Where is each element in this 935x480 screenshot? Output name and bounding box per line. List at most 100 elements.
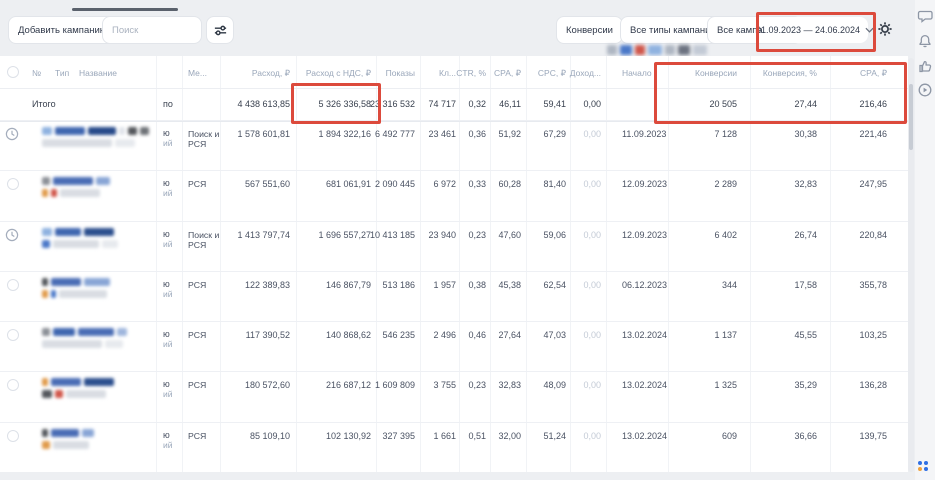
impressions-cell: 2 090 445 <box>374 179 415 190</box>
revenue-cell: 0,00 <box>583 279 601 290</box>
window-drag-handle <box>72 8 178 11</box>
clicks-cell: 23 461 <box>428 129 456 139</box>
column-header-spend-vat[interactable]: Расход с НДС, ₽ <box>306 68 371 79</box>
column-header-start[interactable]: Начало <box>622 68 652 78</box>
ctr-cell: 0,36 <box>468 129 486 139</box>
revenue-cell: 0,00 <box>583 430 601 441</box>
campaign-name-redacted[interactable] <box>42 328 172 352</box>
row-checkbox[interactable] <box>7 178 19 191</box>
clicks-cell: 1 661 <box>433 430 456 441</box>
bottom-strip <box>0 472 908 480</box>
vertical-scrollbar-thumb[interactable] <box>909 84 913 150</box>
cpa2-cell: 221,46 <box>859 129 887 139</box>
cpa-cell: 32,00 <box>498 430 521 441</box>
column-header-spend[interactable]: Расход, ₽ <box>252 68 290 79</box>
walkthrough-button[interactable] <box>917 82 933 98</box>
totals-revenue: 0,00 <box>583 99 601 109</box>
sliders-icon <box>214 25 226 35</box>
table-row: ю ий Поиск и РСЯ 1 578 601,81 1 894 322,… <box>0 120 908 171</box>
search-input[interactable] <box>102 16 202 44</box>
placement-cell: РСЯ <box>188 380 207 391</box>
placement-cell: Поиск и РСЯ <box>188 229 220 251</box>
status-fragment: ю <box>163 228 170 239</box>
column-header-ctr[interactable]: CTR, % <box>456 68 486 78</box>
ctr-cell: 0,51 <box>468 430 486 441</box>
cpc-cell: 62,54 <box>543 279 566 290</box>
cpa-cell: 51,92 <box>498 129 521 139</box>
column-header-cpc[interactable]: CPC, ₽ <box>538 68 566 79</box>
campaign-name-redacted[interactable] <box>42 177 172 201</box>
conversions-cell: 344 <box>721 279 737 290</box>
campaign-name-redacted[interactable] <box>42 378 172 402</box>
spend-vat-cell: 1 696 557,27 <box>318 229 371 240</box>
row-checkbox[interactable] <box>7 329 19 342</box>
column-header-conversions[interactable]: Конверсии <box>695 68 737 78</box>
column-header-conv-rate[interactable]: Конверсия, % <box>763 68 817 78</box>
conversions-button[interactable]: Конверсии <box>556 16 623 44</box>
start-date-cell: 13.02.2024 <box>622 380 668 391</box>
column-header-name[interactable]: Название <box>79 68 117 78</box>
start-date-cell: 13.02.2024 <box>622 430 668 441</box>
table-row: ю ий РСЯ 180 572,60 216 687,12 1 609 809… <box>0 371 908 422</box>
filter-button[interactable] <box>206 16 234 44</box>
cpc-cell: 59,06 <box>543 229 566 240</box>
column-header-cpa2[interactable]: CPA, ₽ <box>860 68 887 79</box>
campaigns-table: № Тип Название Ме... Расход, ₽ Расход с … <box>0 56 908 472</box>
table-row: ю ий РСЯ 567 551,60 681 061,91 2 090 445… <box>0 170 908 221</box>
ctr-cell: 0,38 <box>468 279 486 290</box>
conv-rate-cell: 32,83 <box>794 179 817 190</box>
placement-cell: Поиск и РСЯ <box>188 129 220 150</box>
column-header-impressions[interactable]: Показы <box>386 68 415 78</box>
status-fragment: ю <box>163 178 170 189</box>
ctr-cell: 0,46 <box>468 330 486 341</box>
ctr-cell: 0,23 <box>468 229 486 240</box>
row-checkbox[interactable] <box>7 278 19 291</box>
row-checkbox[interactable] <box>7 379 19 392</box>
totals-cpa: 46,11 <box>499 99 521 109</box>
cpa-cell: 60,28 <box>498 179 521 190</box>
select-all-checkbox[interactable] <box>7 66 19 78</box>
status-fragment: ю <box>163 379 170 390</box>
row-checkbox[interactable] <box>7 429 19 442</box>
status-fragment-secondary: ий <box>163 389 173 400</box>
impressions-cell: 1 609 809 <box>374 380 415 391</box>
conv-rate-cell: 26,74 <box>794 229 817 240</box>
spend-cell: 117 390,52 <box>245 330 290 341</box>
column-header-placement[interactable]: Ме... <box>188 68 207 78</box>
status-fragment: ю <box>163 128 170 138</box>
impressions-cell: 513 186 <box>382 279 415 290</box>
start-date-cell: 12.09.2023 <box>622 179 668 190</box>
notifications-button[interactable] <box>917 33 933 49</box>
cpc-cell: 48,09 <box>543 380 566 391</box>
impressions-cell: 546 235 <box>382 330 415 341</box>
totals-label: Итого <box>32 99 56 109</box>
conversions-cell: 1 325 <box>714 380 737 391</box>
column-header-num[interactable]: № <box>32 68 41 78</box>
date-range-dropdown[interactable]: 01.09.2023 — 24.06.2024 <box>756 17 874 43</box>
add-campaign-label: Добавить кампанию <box>18 24 107 36</box>
cpa2-cell: 220,84 <box>859 229 887 240</box>
campaign-name-redacted[interactable] <box>42 227 172 252</box>
column-header-clicks[interactable]: Кл... <box>439 68 456 78</box>
totals-conv-rate: 27,44 <box>794 99 817 109</box>
column-header-type[interactable]: Тип <box>55 68 69 78</box>
campaign-name-redacted[interactable] <box>42 428 172 453</box>
placement-cell: РСЯ <box>188 330 207 341</box>
chat-icon <box>917 10 933 23</box>
campaign-name-redacted[interactable] <box>42 127 172 151</box>
clicks-cell: 3 755 <box>433 380 456 391</box>
chevron-down-icon <box>865 27 874 33</box>
column-header-cpa[interactable]: CPA, ₽ <box>494 68 521 79</box>
pending-clock-icon <box>5 228 19 242</box>
settings-button[interactable] <box>877 21 893 37</box>
cpa2-cell: 247,95 <box>859 179 887 190</box>
likes-button[interactable] <box>917 58 933 74</box>
totals-row: Итого по 4 438 613,85 5 326 336,58 23 31… <box>0 88 908 122</box>
start-date-cell: 12.09.2023 <box>622 229 668 240</box>
chat-button[interactable] <box>917 8 933 24</box>
campaign-name-redacted[interactable] <box>42 277 172 302</box>
cpa2-cell: 139,75 <box>859 430 887 441</box>
add-campaign-button[interactable]: Добавить кампанию <box>8 16 117 44</box>
thumb-up-icon <box>919 60 932 73</box>
column-header-revenue[interactable]: Доход... <box>570 68 601 78</box>
